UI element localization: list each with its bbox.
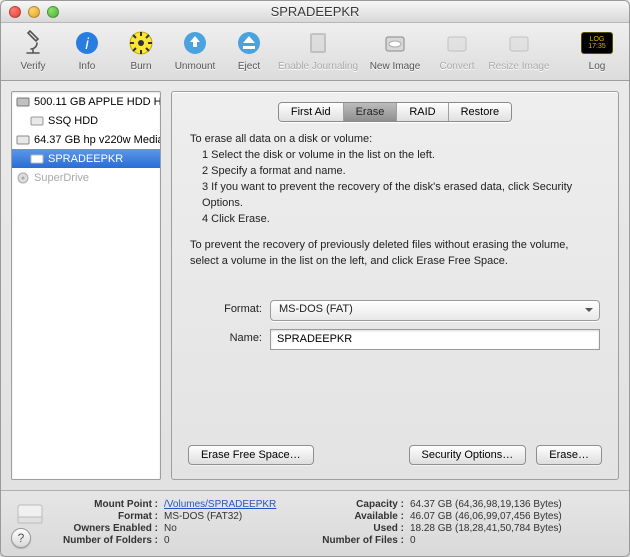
sidebar-item-disk-0[interactable]: 500.11 GB APPLE HDD H…	[12, 92, 160, 111]
window-title: SPRADEEPKR	[1, 4, 629, 19]
burn-icon	[125, 27, 157, 59]
sidebar-item-label: 64.37 GB hp v220w Media	[34, 134, 160, 146]
volume-icon	[30, 152, 44, 166]
info-button[interactable]: i Info	[63, 27, 111, 72]
main-pane: First Aid Erase RAID Restore To erase al…	[171, 91, 619, 480]
internal-disk-icon	[16, 95, 30, 109]
info-footer: Mount Point : /Volumes/SPRADEEPKR Format…	[1, 490, 629, 556]
erase-instructions: To erase all data on a disk or volume: 1…	[172, 122, 618, 360]
footer-left-grid: Mount Point : /Volumes/SPRADEEPKR Format…	[63, 499, 276, 546]
name-row: Name:	[190, 329, 600, 350]
instructions-para2: To prevent the recovery of previously de…	[190, 238, 600, 270]
convert-icon	[441, 27, 473, 59]
name-input[interactable]	[270, 329, 600, 350]
resize-icon	[503, 27, 535, 59]
folders-value: 0	[164, 535, 276, 546]
eject-icon	[233, 27, 265, 59]
capacity-value: 64.37 GB (64,36,98,19,136 Bytes)	[410, 499, 562, 510]
folders-key: Number of Folders :	[63, 535, 158, 546]
used-key: Used :	[322, 523, 404, 534]
instructions-step-4: 4 Click Erase.	[202, 212, 600, 228]
footer-disk-icon	[13, 499, 47, 529]
eject-button[interactable]: Eject	[225, 27, 273, 72]
files-value: 0	[410, 535, 562, 546]
sidebar-item-vol-1[interactable]: SPRADEEPKR	[12, 149, 160, 168]
used-value: 18.28 GB (18,28,41,50,784 Bytes)	[410, 523, 562, 534]
available-key: Available :	[322, 511, 404, 522]
erase-button-row: Erase Free Space… Security Options… Eras…	[172, 445, 618, 479]
unmount-button[interactable]: Unmount	[171, 27, 219, 72]
format-value: MS-DOS (FAT32)	[164, 511, 276, 522]
svg-text:i: i	[85, 36, 89, 53]
journal-icon	[302, 27, 334, 59]
sidebar-item-disk-1[interactable]: 64.37 GB hp v220w Media	[12, 130, 160, 149]
format-row: Format: MS-DOS (FAT)	[190, 300, 600, 321]
unmount-icon	[179, 27, 211, 59]
optical-drive-icon	[16, 171, 30, 185]
mount-point-key: Mount Point :	[63, 499, 158, 510]
disk-utility-window: SPRADEEPKR Verify i Info Burn Unmount	[0, 0, 630, 557]
instructions-intro: To erase all data on a disk or volume:	[190, 132, 600, 148]
microscope-icon	[17, 27, 49, 59]
titlebar: SPRADEEPKR	[1, 1, 629, 23]
convert-button[interactable]: Convert	[433, 27, 481, 72]
format-select-value: MS-DOS (FAT)	[279, 302, 353, 318]
sidebar-item-superdrive[interactable]: SuperDrive	[12, 168, 160, 187]
info-icon: i	[71, 27, 103, 59]
instructions-step-2: 2 Specify a format and name.	[202, 164, 600, 180]
format-key: Format :	[63, 511, 158, 522]
volume-icon	[30, 114, 44, 128]
tab-restore[interactable]: Restore	[449, 103, 512, 121]
sidebar-item-vol-0[interactable]: SSQ HDD	[12, 111, 160, 130]
log-button[interactable]: LOG17:35 Log	[573, 27, 621, 72]
instructions-step-3: 3 If you want to prevent the recovery of…	[202, 180, 600, 212]
disk-sidebar[interactable]: 500.11 GB APPLE HDD H… SSQ HDD 64.37 GB …	[11, 91, 161, 480]
tab-bar: First Aid Erase RAID Restore	[172, 102, 618, 122]
log-icon: LOG17:35	[581, 27, 613, 59]
toolbar: Verify i Info Burn Unmount Eject	[1, 23, 629, 81]
sidebar-item-label: SSQ HDD	[48, 115, 98, 127]
tab-control: First Aid Erase RAID Restore	[278, 102, 512, 122]
instructions-step-1: 1 Select the disk or volume in the list …	[202, 148, 600, 164]
mount-point-link[interactable]: /Volumes/SPRADEEPKR	[164, 499, 276, 510]
files-key: Number of Files :	[322, 535, 404, 546]
format-label: Format:	[190, 302, 262, 318]
owners-key: Owners Enabled :	[63, 523, 158, 534]
body: 500.11 GB APPLE HDD H… SSQ HDD 64.37 GB …	[1, 81, 629, 490]
help-button[interactable]: ?	[11, 528, 31, 548]
tab-first-aid[interactable]: First Aid	[279, 103, 344, 121]
erase-free-space-button[interactable]: Erase Free Space…	[188, 445, 314, 465]
new-image-icon	[379, 27, 411, 59]
sidebar-item-label: SuperDrive	[34, 172, 89, 184]
name-label: Name:	[190, 331, 262, 347]
erase-button[interactable]: Erase…	[536, 445, 602, 465]
format-select[interactable]: MS-DOS (FAT)	[270, 300, 600, 321]
security-options-button[interactable]: Security Options…	[409, 445, 527, 465]
tab-raid[interactable]: RAID	[397, 103, 448, 121]
external-disk-icon	[16, 133, 30, 147]
burn-button[interactable]: Burn	[117, 27, 165, 72]
sidebar-item-label: SPRADEEPKR	[48, 153, 123, 165]
new-image-button[interactable]: New Image	[363, 27, 427, 72]
verify-button[interactable]: Verify	[9, 27, 57, 72]
owners-value: No	[164, 523, 276, 534]
capacity-key: Capacity :	[322, 499, 404, 510]
footer-right-grid: Capacity : 64.37 GB (64,36,98,19,136 Byt…	[322, 499, 561, 546]
resize-image-button[interactable]: Resize Image	[487, 27, 551, 72]
enable-journaling-button[interactable]: Enable Journaling	[279, 27, 357, 72]
tab-erase[interactable]: Erase	[344, 103, 398, 121]
available-value: 46.07 GB (46,06,99,07,456 Bytes)	[410, 511, 562, 522]
sidebar-item-label: 500.11 GB APPLE HDD H…	[34, 96, 160, 108]
